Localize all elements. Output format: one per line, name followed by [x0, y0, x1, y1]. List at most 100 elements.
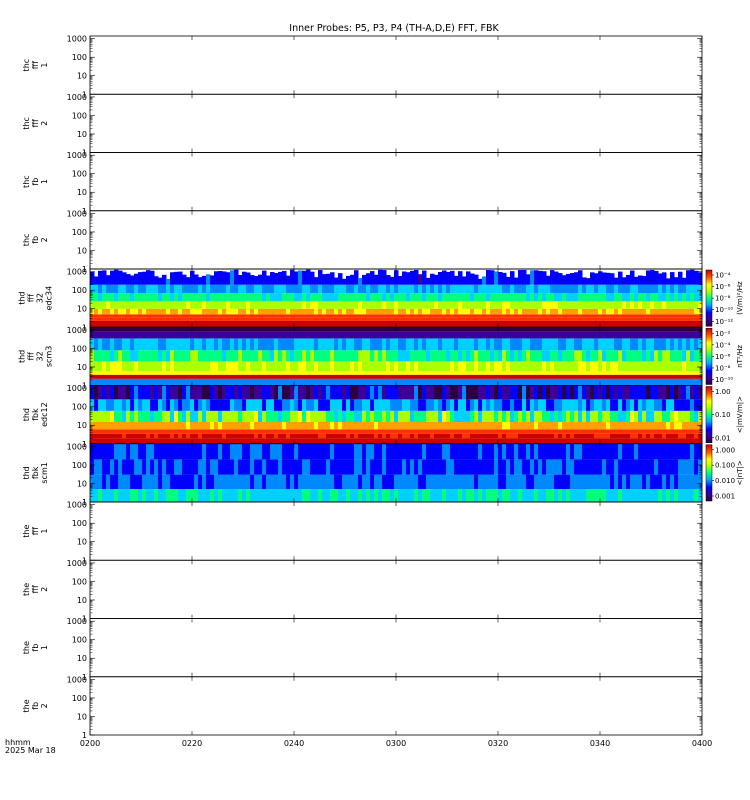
- spectrogram-cell: [330, 399, 335, 411]
- spectrogram-cell: [210, 327, 215, 332]
- spectrogram-cell: [462, 284, 467, 294]
- spectrogram-cell: [558, 314, 563, 318]
- spectrogram-cell: [686, 308, 691, 315]
- spectrogram-cell: [150, 459, 155, 475]
- spectrogram-cell: [234, 338, 239, 351]
- spectrogram-cell: [522, 314, 527, 318]
- panel-frame: [89, 559, 703, 619]
- spectrogram-cell: [550, 317, 555, 321]
- spectrogram-cell: [390, 443, 395, 460]
- spectrogram-cell: [642, 371, 647, 375]
- spectrogram-cell: [422, 378, 427, 386]
- spectrogram-cell: [386, 429, 391, 434]
- spectrogram-cell: [618, 374, 623, 379]
- spectrogram-cell: [498, 301, 503, 309]
- colorbar-tick-label: 10⁻¹²: [715, 318, 733, 326]
- spectrogram-cell: [410, 429, 415, 434]
- spectrogram-cell: [330, 308, 335, 315]
- spectrogram-cell: [678, 399, 683, 411]
- spectrogram-cell: [150, 320, 155, 328]
- spectrogram-cell: [614, 338, 619, 351]
- spectrogram-cell: [558, 489, 563, 502]
- spectrogram-cell: [514, 331, 519, 339]
- spectrogram-cell: [382, 399, 387, 411]
- spectrogram-cell: [174, 350, 179, 362]
- spectrogram-cell: [470, 385, 475, 400]
- spectrogram-cell: [478, 385, 483, 400]
- spectrogram-cell: [502, 361, 507, 372]
- spectrogram-cell: [194, 399, 199, 411]
- spectrogram-cell: [342, 378, 347, 386]
- spectrogram-cell: [358, 331, 363, 339]
- spectrogram-cell: [654, 338, 659, 351]
- spectrogram-cell: [522, 317, 527, 321]
- spectrogram-cell: [338, 374, 343, 379]
- spectrogram-cell: [622, 474, 627, 490]
- spectrogram-cell: [390, 421, 395, 430]
- spectrogram-cell: [114, 421, 119, 430]
- spectrogram-cell: [546, 338, 551, 351]
- spectrogram-cell: [438, 429, 443, 434]
- spectrogram-cell: [98, 293, 103, 302]
- spectrogram-cell: [498, 438, 503, 444]
- spectrogram-cell: [162, 399, 167, 411]
- spectrogram-cell: [450, 308, 455, 315]
- spectrogram-cell: [438, 271, 443, 285]
- spectrogram-cell: [666, 399, 671, 411]
- spectrogram-cell: [102, 284, 107, 294]
- spectrogram-cell: [166, 293, 171, 302]
- spectrogram-cell: [654, 301, 659, 309]
- spectrogram-cell: [518, 371, 523, 375]
- spectrogram-cell: [278, 474, 283, 490]
- spectrogram-cell: [510, 301, 515, 309]
- spectrogram-cell: [482, 374, 487, 379]
- spectrogram-cell: [350, 331, 355, 339]
- spectrogram-cell: [254, 276, 259, 285]
- spectrogram-cell: [326, 327, 331, 332]
- spectrogram-cell: [594, 474, 599, 490]
- spectrogram-cell: [242, 374, 247, 379]
- spectrogram-cell: [342, 361, 347, 372]
- spectrogram-cell: [226, 331, 231, 339]
- spectrogram-cell: [558, 410, 563, 422]
- spectrogram-cell: [142, 301, 147, 309]
- spectrogram-cell: [654, 317, 659, 321]
- spectrogram-cell: [574, 331, 579, 339]
- spectrogram-cell: [114, 269, 119, 285]
- spectrogram-cell: [466, 459, 471, 475]
- spectrogram-cell: [626, 314, 631, 318]
- spectrogram-cell: [674, 331, 679, 339]
- spectrogram-cell: [418, 443, 423, 460]
- spectrogram-cell: [102, 443, 107, 460]
- spectrogram-cell: [662, 293, 667, 302]
- spectrogram-cell: [242, 459, 247, 475]
- spectrogram-cell: [138, 284, 143, 294]
- spectrogram-cell: [642, 410, 647, 422]
- spectrogram-cell: [586, 314, 591, 318]
- spectrogram-cell: [362, 338, 367, 351]
- spectrogram-cell: [126, 293, 131, 302]
- spectrogram-cell: [518, 327, 523, 332]
- spectrogram-cell: [114, 374, 119, 379]
- spectrogram-cell: [454, 350, 459, 362]
- spectrogram-cell: [210, 489, 215, 502]
- spectrogram-cell: [270, 338, 275, 351]
- spectrogram-cell: [114, 320, 119, 328]
- spectrogram-cell: [358, 433, 363, 439]
- spectrogram-cell: [194, 274, 199, 285]
- spectrogram-cell: [378, 371, 383, 375]
- spectrogram-cell: [242, 314, 247, 318]
- spectrogram-cell: [458, 301, 463, 309]
- spectrogram-cell: [106, 429, 111, 434]
- spectrogram-cell: [430, 443, 435, 460]
- spectrogram-cell: [486, 443, 491, 460]
- spectrogram-cell: [454, 429, 459, 434]
- spectrogram-cell: [206, 421, 211, 430]
- spectrogram-cell: [642, 374, 647, 379]
- spectrogram-cell: [622, 433, 627, 439]
- spectrogram-cell: [418, 489, 423, 502]
- spectrogram-cell: [478, 278, 483, 285]
- spectrogram-cell: [210, 314, 215, 318]
- spectrogram-cell: [370, 459, 375, 475]
- spectrogram-cell: [258, 361, 263, 372]
